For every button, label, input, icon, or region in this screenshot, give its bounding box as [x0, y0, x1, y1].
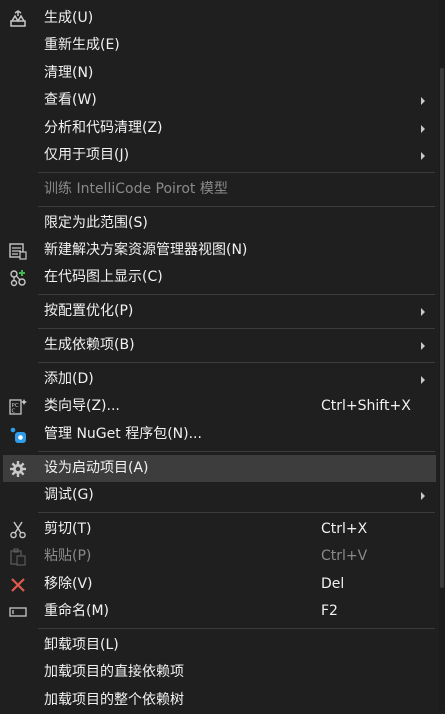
submenu-arrow-icon — [421, 376, 425, 384]
menu-item-analyze-code-cleanup[interactable]: 分析和代码清理(Z) — [0, 115, 437, 142]
gear-icon — [8, 459, 28, 479]
menu-separator — [38, 512, 435, 513]
scrollbar-thumb[interactable] — [440, 68, 444, 588]
menu-item-show-on-code-map[interactable]: 在代码图上显示(C) — [0, 264, 437, 291]
context-menu: 生成(U) 重新生成(E) 清理(N) 查看(W) 分析和代码清理(Z) 仅用于… — [0, 0, 445, 711]
menu-item-label: 生成依赖项(B) — [44, 337, 135, 353]
menu-separator — [38, 451, 435, 452]
menu-item-label: 重命名(M) — [44, 603, 110, 619]
menu-item-load-direct-dependencies[interactable]: 加载项目的直接依赖项 — [0, 659, 437, 686]
menu-item-set-as-startup-project[interactable]: 设为启动项目(A) — [3, 455, 436, 482]
menu-item-new-solution-explorer-view[interactable]: 新建解决方案资源管理器视图(N) — [0, 237, 437, 264]
svg-text:C: C — [12, 409, 16, 415]
build-icon — [8, 9, 28, 29]
class-wizard-icon: PC C — [8, 397, 28, 417]
menu-item-label: 分析和代码清理(Z) — [44, 120, 163, 136]
menu-item-project-only[interactable]: 仅用于项目(J) — [0, 142, 437, 169]
menu-item-load-dependency-tree[interactable]: 加载项目的整个依赖树 — [0, 687, 437, 714]
shortcut-label: Ctrl+X — [321, 521, 368, 537]
menu-separator — [38, 294, 435, 295]
menu-item-view[interactable]: 查看(W) — [0, 87, 437, 114]
menu-separator — [38, 628, 435, 629]
menu-item-label: 调试(G) — [44, 487, 94, 503]
shortcut-label: Ctrl+Shift+X — [321, 398, 411, 414]
scissors-icon — [8, 520, 28, 540]
menu-item-add[interactable]: 添加(D) — [0, 366, 437, 393]
menu-item-clean[interactable]: 清理(N) — [0, 60, 437, 87]
menu-item-label: 重新生成(E) — [44, 37, 120, 53]
menu-item-label: 剪切(T) — [44, 521, 92, 537]
menu-item-label: 查看(W) — [44, 92, 97, 108]
shortcut-label: Del — [321, 576, 345, 592]
menu-item-debug[interactable]: 调试(G) — [0, 482, 437, 509]
menu-item-label: 限定为此范围(S) — [44, 215, 148, 231]
menu-item-label: 新建解决方案资源管理器视图(N) — [44, 242, 248, 258]
menu-item-label: 仅用于项目(J) — [44, 147, 130, 163]
menu-item-build-dependencies[interactable]: 生成依赖项(B) — [0, 332, 437, 359]
new-view-icon — [8, 241, 28, 261]
menu-item-label: 按配置优化(P) — [44, 303, 134, 319]
menu-item-unload-project[interactable]: 卸载项目(L) — [0, 632, 437, 659]
menu-item-rebuild[interactable]: 重新生成(E) — [0, 32, 437, 59]
submenu-arrow-icon — [421, 342, 425, 350]
menu-separator — [38, 328, 435, 329]
submenu-arrow-icon — [421, 152, 425, 160]
code-map-icon — [8, 268, 28, 288]
menu-item-label: 加载项目的直接依赖项 — [44, 664, 184, 680]
menu-item-class-wizard[interactable]: PC C 类向导(Z)... Ctrl+Shift+X — [0, 393, 437, 420]
paste-icon — [8, 547, 28, 567]
menu-item-label: 设为启动项目(A) — [44, 460, 149, 476]
shortcut-label: Ctrl+V — [321, 548, 368, 564]
nuget-icon — [8, 425, 28, 445]
submenu-arrow-icon — [421, 125, 425, 133]
menu-separator — [38, 206, 435, 207]
menu-scrollbar[interactable] — [439, 0, 445, 711]
menu-item-train-intellicode: 训练 IntelliCode Poirot 模型 — [0, 176, 437, 203]
menu-item-label: 生成(U) — [44, 10, 94, 26]
menu-separator — [38, 172, 435, 173]
menu-item-paste: 粘贴(P) Ctrl+V — [0, 543, 437, 570]
menu-item-label: 清理(N) — [44, 65, 94, 81]
menu-item-label: 粘贴(P) — [44, 548, 92, 564]
menu-item-cut[interactable]: 剪切(T) Ctrl+X — [0, 516, 437, 543]
menu-separator — [38, 362, 435, 363]
menu-item-manage-nuget[interactable]: 管理 NuGet 程序包(N)... — [0, 421, 437, 448]
menu-item-label: 在代码图上显示(C) — [44, 269, 163, 285]
menu-item-profile-guided-optimization[interactable]: 按配置优化(P) — [0, 298, 437, 325]
menu-item-label: 移除(V) — [44, 576, 93, 592]
menu-item-label: 类向导(Z)... — [44, 398, 120, 414]
menu-item-label: 管理 NuGet 程序包(N)... — [44, 426, 202, 442]
menu-item-build[interactable]: 生成(U) — [0, 5, 437, 32]
submenu-arrow-icon — [421, 97, 425, 105]
menu-item-remove[interactable]: 移除(V) Del — [0, 571, 437, 598]
close-icon — [8, 575, 28, 595]
menu-item-label: 添加(D) — [44, 371, 94, 387]
shortcut-label: F2 — [321, 603, 338, 619]
rename-icon — [8, 602, 28, 622]
menu-item-rename[interactable]: 重命名(M) F2 — [0, 598, 437, 625]
menu-item-label: 训练 IntelliCode Poirot 模型 — [44, 181, 228, 197]
menu-item-label: 加载项目的整个依赖树 — [44, 692, 184, 708]
submenu-arrow-icon — [421, 492, 425, 500]
menu-item-label: 卸载项目(L) — [44, 637, 119, 653]
menu-item-scope-to-this[interactable]: 限定为此范围(S) — [0, 210, 437, 237]
submenu-arrow-icon — [421, 308, 425, 316]
